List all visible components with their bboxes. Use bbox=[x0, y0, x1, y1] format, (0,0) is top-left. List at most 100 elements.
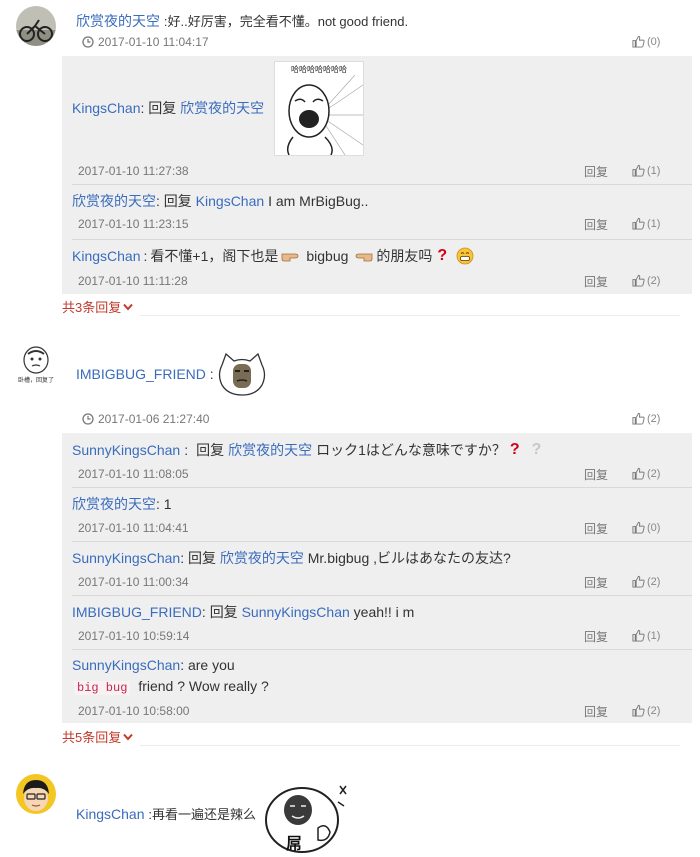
like-button[interactable]: (0) bbox=[632, 35, 660, 48]
reply-prefix: 回复 bbox=[196, 442, 225, 458]
reply-separator: : bbox=[180, 657, 185, 673]
thumbs-up-icon bbox=[632, 274, 645, 287]
like-button[interactable]: (2) bbox=[632, 467, 660, 480]
red-question-icon: ? bbox=[509, 441, 520, 458]
thumbs-up-icon bbox=[632, 217, 645, 230]
reply-button[interactable]: 回复 bbox=[584, 574, 608, 591]
reply-time: 2017-01-10 11:27:38 bbox=[78, 164, 189, 178]
reply-panel: KingsChan: 回复 欣赏夜的天空 哈哈哈哈哈哈哈 2017-01-10 … bbox=[62, 56, 692, 294]
comment-time-text: 2017-01-06 21:27:40 bbox=[98, 412, 210, 426]
pointing-right-icon bbox=[281, 253, 299, 262]
reply-author[interactable]: SunnyKingsChan bbox=[72, 657, 180, 673]
comment-header: 欣赏夜的天空 :好..好厉害，完全看不懂。not good friend. bbox=[76, 11, 408, 31]
like-button[interactable]: (2) bbox=[632, 274, 660, 287]
reply-text: Mr.bigbug ,ビルはあなたの友达? bbox=[307, 550, 511, 566]
reply-button[interactable]: 回复 bbox=[584, 273, 608, 290]
reply-button[interactable]: 回复 bbox=[584, 520, 608, 537]
like-count: (2) bbox=[647, 274, 661, 287]
like-button[interactable]: (2) bbox=[632, 412, 660, 425]
pointing-left-icon bbox=[356, 253, 373, 262]
reply-author[interactable]: 欣赏夜的天空 bbox=[72, 193, 156, 209]
reply-time: 2017-01-10 11:04:41 bbox=[78, 521, 189, 535]
expand-label: 共3条回复 bbox=[62, 300, 122, 315]
like-button[interactable]: (1) bbox=[632, 217, 660, 230]
reply-prefix: 回复 bbox=[209, 604, 238, 620]
comment-author[interactable]: KingsChan bbox=[76, 806, 145, 822]
chevron-down-icon bbox=[123, 303, 133, 311]
comment-text: :好..好厉害，完全看不懂。not good friend. bbox=[163, 14, 409, 29]
comment-time: 2017-01-06 21:27:40 bbox=[82, 412, 209, 426]
reply-separator: : bbox=[184, 442, 189, 458]
thumbs-up-icon bbox=[632, 704, 645, 717]
reply-item: SunnyKingsChan: 回复 欣赏夜的天空 Mr.bigbug ,ビルは… bbox=[62, 542, 692, 595]
clock-icon bbox=[82, 36, 94, 48]
like-button[interactable]: (2) bbox=[632, 704, 660, 717]
reply-target[interactable]: SunnyKingsChan bbox=[242, 604, 350, 620]
comment-text: : bbox=[209, 366, 214, 382]
reply-author[interactable]: KingsChan bbox=[72, 248, 141, 264]
thumbs-up-icon bbox=[632, 521, 645, 534]
reply-prefix: 回复 bbox=[148, 100, 177, 116]
reply-author[interactable]: IMBIGBUG_FRIEND bbox=[72, 604, 202, 620]
like-button[interactable]: (1) bbox=[632, 629, 660, 642]
reply-text: 1 bbox=[163, 496, 172, 512]
reply-prefix: 回复 bbox=[187, 550, 216, 566]
reply-item: SunnyKingsChan: 回复 欣赏夜的天空 ロック1はどんな意味ですか？… bbox=[62, 433, 692, 487]
sticker-caption: 屌 bbox=[286, 836, 303, 853]
like-button[interactable]: (1) bbox=[632, 164, 660, 177]
reply-author[interactable]: SunnyKingsChan bbox=[72, 442, 180, 458]
sticker-caption: 哈哈哈哈哈哈哈 bbox=[291, 65, 347, 74]
reply-text: yeah!! i m bbox=[353, 604, 415, 620]
like-count: (1) bbox=[647, 629, 661, 642]
divider bbox=[140, 315, 680, 316]
reply-time: 2017-01-10 11:08:05 bbox=[78, 467, 189, 481]
reply-target[interactable]: 欣赏夜的天空 bbox=[228, 440, 312, 460]
thumbs-up-icon bbox=[632, 412, 645, 425]
like-count: (2) bbox=[647, 467, 661, 480]
reply-prefix: 回复 bbox=[163, 193, 192, 209]
reply-time: 2017-01-10 10:59:14 bbox=[78, 629, 190, 643]
reply-author[interactable]: 欣赏夜的天空 bbox=[72, 496, 156, 512]
divider bbox=[140, 745, 680, 746]
chevron-down-icon bbox=[123, 733, 133, 741]
avatar[interactable] bbox=[16, 774, 56, 814]
comment-header: IMBIGBUG_FRIEND : bbox=[76, 366, 214, 382]
avatar[interactable]: 卧槽，回复了 bbox=[16, 344, 56, 384]
expand-replies-button[interactable]: 共3条回复 bbox=[62, 297, 133, 316]
reply-button[interactable]: 回复 bbox=[584, 163, 608, 180]
reply-text: bigbug bbox=[306, 248, 349, 264]
comment-author[interactable]: 欣赏夜的天空 bbox=[76, 13, 160, 29]
reply-text: 看不懂+1，阁下也是 bbox=[150, 248, 279, 264]
reply-target[interactable]: 欣赏夜的天空 bbox=[220, 550, 304, 566]
meme-sticker: 哈哈哈哈哈哈哈 bbox=[274, 61, 364, 156]
reply-author[interactable]: KingsChan bbox=[72, 100, 141, 116]
clock-icon bbox=[82, 413, 94, 425]
expand-replies-button[interactable]: 共5条回复 bbox=[62, 727, 133, 746]
reply-separator: : bbox=[140, 100, 145, 116]
meme-sticker: 屌 bbox=[260, 778, 356, 854]
reply-button[interactable]: 回复 bbox=[584, 628, 608, 645]
like-button[interactable]: (0) bbox=[632, 521, 660, 534]
thumbs-up-icon bbox=[632, 629, 645, 642]
avatar[interactable] bbox=[16, 6, 56, 46]
comment-author[interactable]: IMBIGBUG_FRIEND bbox=[76, 366, 206, 382]
like-button[interactable]: (2) bbox=[632, 575, 660, 588]
reply-separator: : bbox=[180, 550, 185, 566]
reply-text: ロック1はどんな意味ですか？ bbox=[316, 442, 506, 458]
comment-time-text: 2017-01-10 11:04:17 bbox=[98, 35, 209, 49]
reply-target[interactable]: 欣赏夜的天空 bbox=[180, 100, 264, 116]
comment-time: 2017-01-10 11:04:17 bbox=[82, 35, 209, 49]
like-count: (0) bbox=[647, 35, 661, 48]
reply-button[interactable]: 回复 bbox=[584, 216, 608, 233]
reply-button[interactable]: 回复 bbox=[584, 703, 608, 720]
like-count: (1) bbox=[647, 164, 661, 177]
thumbs-up-icon bbox=[632, 164, 645, 177]
meme-sticker bbox=[216, 351, 268, 397]
like-count: (0) bbox=[647, 521, 661, 534]
reply-target[interactable]: KingsChan bbox=[196, 193, 265, 209]
reply-separator: : bbox=[156, 193, 160, 209]
reply-author[interactable]: SunnyKingsChan bbox=[72, 550, 180, 566]
reply-separator: : bbox=[201, 604, 206, 620]
reply-button[interactable]: 回复 bbox=[584, 466, 608, 483]
like-count: (1) bbox=[647, 217, 661, 230]
